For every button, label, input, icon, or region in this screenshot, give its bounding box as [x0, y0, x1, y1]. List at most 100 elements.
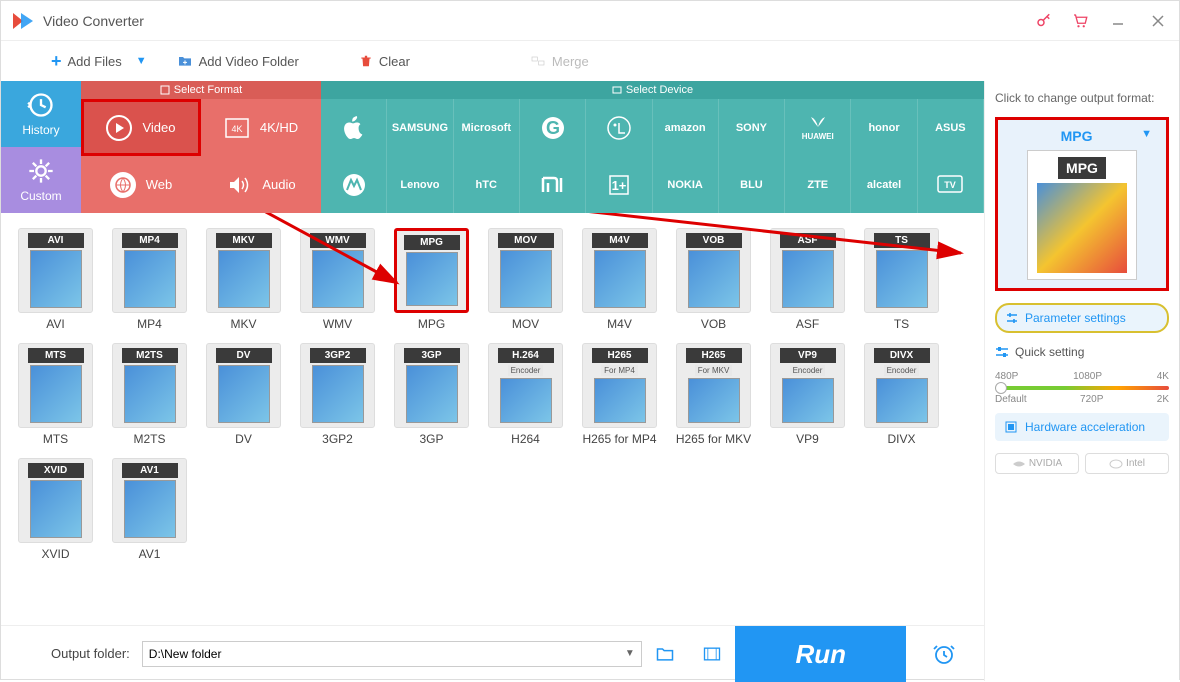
parameter-settings-button[interactable]: Parameter settings	[995, 303, 1169, 333]
merge-button[interactable]: Merge	[530, 53, 589, 69]
device-brand-alcatel[interactable]: alcatel	[851, 156, 917, 213]
format-item-m2ts[interactable]: M2TSM2TS	[107, 343, 192, 446]
device-brand-lenovo[interactable]: Lenovo	[387, 156, 453, 213]
close-button[interactable]	[1147, 10, 1169, 32]
chevron-down-icon[interactable]: ▼	[625, 648, 635, 659]
intel-chip[interactable]: Intel	[1085, 453, 1169, 474]
app-title: Video Converter	[43, 13, 1035, 29]
device-brand-nokia[interactable]: NOKIA	[653, 156, 719, 213]
device-brand-htc[interactable]: hTC	[454, 156, 520, 213]
output-tag: MPG	[1058, 157, 1106, 179]
cart-icon[interactable]	[1071, 12, 1089, 30]
format-label: MTS	[43, 432, 68, 446]
format-item-h264[interactable]: H.264EncoderH264	[483, 343, 568, 446]
format-subtag: Encoder	[884, 365, 920, 376]
format-thumb: M4V	[582, 228, 657, 313]
format-audio[interactable]: Audio	[201, 156, 321, 213]
device-brand-zte[interactable]: ZTE	[785, 156, 851, 213]
format-item-mp4[interactable]: MP4MP4	[107, 228, 192, 331]
format-item-mov[interactable]: MOVMOV	[483, 228, 568, 331]
device-brand-microsoft[interactable]: Microsoft	[454, 99, 520, 156]
device-brand-sony[interactable]: SONY	[719, 99, 785, 156]
intel-icon	[1109, 459, 1123, 469]
quick-setting-label: Quick setting	[995, 345, 1169, 359]
format-item-asf[interactable]: ASFASF	[765, 228, 850, 331]
device-brand-lg[interactable]	[586, 99, 652, 156]
output-folder-input[interactable]: D:\New folder ▼	[142, 641, 642, 667]
device-brand-samsung[interactable]: SAMSUNG	[387, 99, 453, 156]
alarm-button[interactable]	[916, 626, 972, 682]
format-label: TS	[894, 317, 909, 331]
format-item-vp9[interactable]: VP9EncoderVP9	[765, 343, 850, 446]
add-folder-button[interactable]: Add Video Folder	[177, 53, 299, 69]
quality-slider[interactable]: 480P 1080P 4K Default 720P 2K	[995, 371, 1169, 401]
format-item-divx[interactable]: DIVXEncoderDIVX	[859, 343, 944, 446]
device-brand-moto[interactable]	[321, 156, 387, 213]
device-brand-mi[interactable]	[520, 156, 586, 213]
device-brand-g[interactable]: G	[520, 99, 586, 156]
output-format-preview[interactable]: MPG ▼ MPG	[995, 117, 1169, 291]
device-brand-oneplus[interactable]: 1+	[586, 156, 652, 213]
run-button[interactable]: Run	[735, 626, 906, 682]
format-item-ts[interactable]: TS TS	[859, 228, 944, 331]
globe-icon	[110, 172, 136, 198]
gear-icon	[27, 157, 55, 185]
format-item-3gp[interactable]: 3GP3GP	[389, 343, 474, 446]
format-thumb-image	[124, 365, 176, 423]
format-item-mts[interactable]: MTSMTS	[13, 343, 98, 446]
format-item-vob[interactable]: VOBVOB	[671, 228, 756, 331]
format-thumb: H265For MP4	[582, 343, 657, 428]
format-item-h265-for-mkv[interactable]: H265For MKVH265 for MKV	[671, 343, 756, 446]
format-label: 3GP2	[322, 432, 353, 446]
minimize-button[interactable]	[1107, 10, 1129, 32]
bottom-bar: Output folder: D:\New folder ▼ Run	[1, 625, 984, 681]
device-brand-blu[interactable]: BLU	[719, 156, 785, 213]
clear-button[interactable]: Clear	[359, 53, 410, 69]
nvidia-chip[interactable]: NVIDIA	[995, 453, 1079, 474]
format-item-h265-for-mp4[interactable]: H265For MP4H265 for MP4	[577, 343, 662, 446]
format-thumb: M2TS	[112, 343, 187, 428]
open-folder-icon[interactable]	[654, 644, 676, 664]
format-item-wmv[interactable]: WMVWMV	[295, 228, 380, 331]
format-item-mkv[interactable]: MKVMKV	[201, 228, 286, 331]
format-tag: DIVX	[874, 348, 930, 363]
play-icon	[106, 115, 132, 141]
speaker-icon	[226, 172, 252, 198]
chevron-down-icon[interactable]: ▼	[1141, 128, 1152, 144]
format-item-avi[interactable]: AVIAVI	[13, 228, 98, 331]
format-thumb-image	[30, 250, 82, 308]
film-icon[interactable]	[701, 644, 723, 664]
format-tag: XVID	[28, 463, 84, 478]
format-web[interactable]: Web	[81, 156, 201, 213]
format-item-dv[interactable]: DVDV	[201, 343, 286, 446]
format-item-m4v[interactable]: M4VM4V	[577, 228, 662, 331]
format-item-av1[interactable]: AV1AV1	[107, 458, 192, 561]
format-tag: TS	[874, 233, 930, 248]
add-files-button[interactable]: + Add Files ▼	[51, 51, 147, 72]
output-thumb-image	[1037, 183, 1127, 273]
format-thumb-image	[124, 250, 176, 308]
format-tag: AV1	[122, 463, 178, 478]
format-label: DV	[235, 432, 252, 446]
format-thumb: MP4	[112, 228, 187, 313]
tab-history[interactable]: History	[1, 81, 81, 147]
format-tag: H.264	[498, 348, 554, 363]
format-label: MP4	[137, 317, 162, 331]
device-brand-asus[interactable]: ASUS	[918, 99, 984, 156]
format-video[interactable]: Video	[81, 99, 201, 156]
device-brand-tv[interactable]: TV	[918, 156, 984, 213]
device-brand-huawei[interactable]: HUAWEI	[785, 99, 851, 156]
device-brand-amazon[interactable]: amazon	[653, 99, 719, 156]
tab-custom[interactable]: Custom	[1, 147, 81, 213]
slider-thumb[interactable]	[995, 382, 1007, 394]
hardware-acceleration-button[interactable]: Hardware acceleration	[995, 413, 1169, 441]
key-icon[interactable]	[1035, 12, 1053, 30]
device-brand-honor[interactable]: honor	[851, 99, 917, 156]
format-label: M4V	[607, 317, 632, 331]
chevron-down-icon[interactable]: ▼	[136, 55, 147, 67]
format-4k[interactable]: 4K 4K/HD	[201, 99, 321, 156]
format-item-xvid[interactable]: XVIDXVID	[13, 458, 98, 561]
format-item-mpg[interactable]: MPGMPG	[389, 228, 474, 331]
device-brand-apple[interactable]	[321, 99, 387, 156]
format-item-3gp2[interactable]: 3GP23GP2	[295, 343, 380, 446]
